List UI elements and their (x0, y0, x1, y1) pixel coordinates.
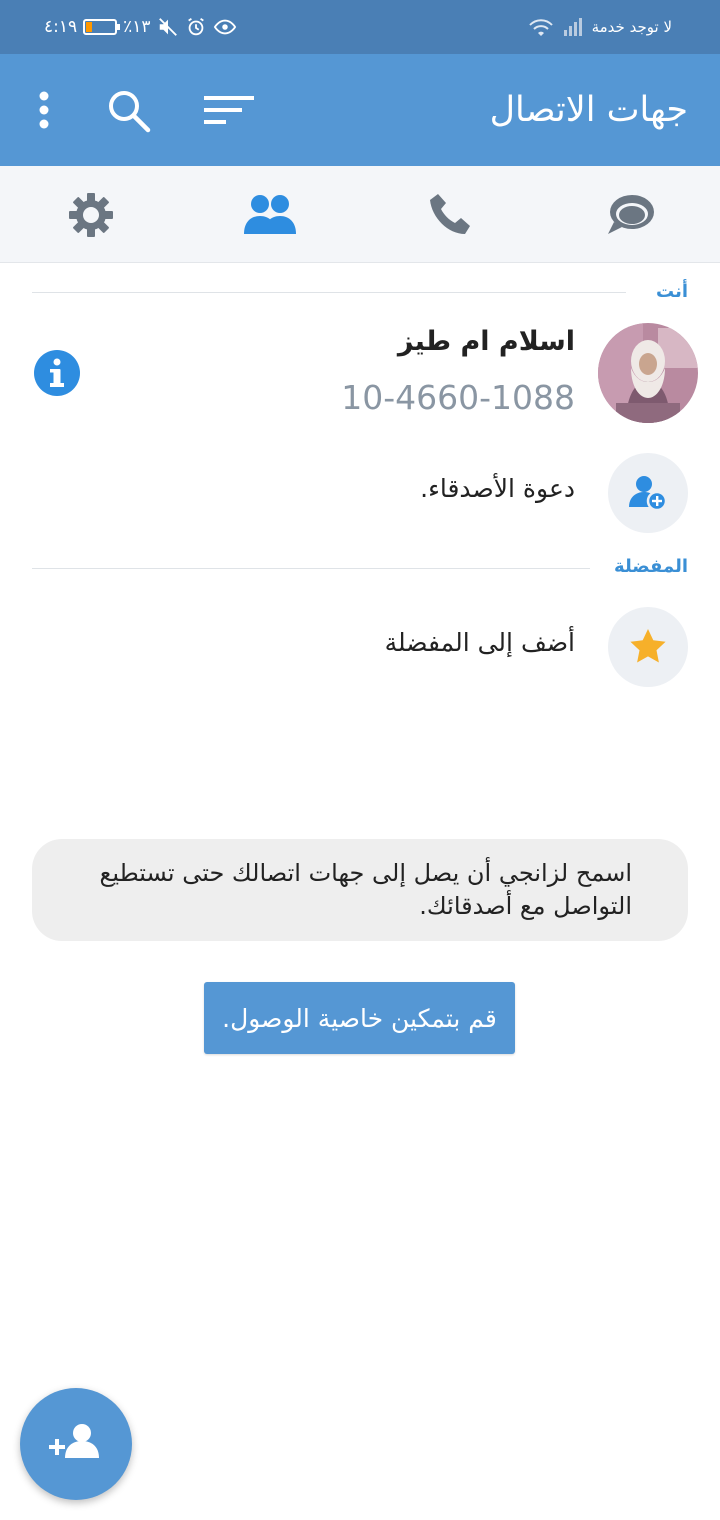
status-time: ٤:١٩ (44, 17, 78, 37)
permission-message: اسمح لزانجي أن يصل إلى جهات اتصالك حتى ت… (32, 839, 688, 941)
no-signal-icon (563, 18, 582, 36)
phone-icon[interactable] (426, 190, 476, 240)
alarm-icon (187, 17, 204, 36)
section-you-label: أنت (656, 281, 688, 302)
page-title: جهات الاتصال (489, 90, 688, 130)
tab-bar (0, 166, 720, 263)
more-vert-icon[interactable] (20, 86, 68, 134)
chat-icon[interactable] (604, 190, 656, 240)
divider (32, 292, 626, 293)
search-icon[interactable] (104, 86, 152, 134)
enable-access-button[interactable]: قم بتمكين خاصية الوصول. (204, 982, 515, 1054)
eye-icon (213, 19, 236, 35)
contact-phone: 10-4660-1088 (341, 378, 575, 417)
add-user-icon (629, 476, 668, 512)
wifi-icon (528, 19, 553, 36)
battery-percent: ٪١٣ (123, 17, 151, 37)
add-favorite-button[interactable] (608, 607, 688, 687)
divider (32, 568, 590, 569)
carrier-text: لا توجد خدمة (591, 18, 672, 36)
section-favorites-label: المفضلة (614, 556, 688, 577)
contact-name: اسلام ام طيز (397, 326, 575, 357)
star-icon (630, 629, 666, 663)
sort-icon[interactable] (202, 86, 256, 134)
battery-icon (83, 19, 121, 35)
add-favorite-label[interactable]: أضف إلى المفضلة (385, 628, 575, 657)
info-icon[interactable] (34, 350, 80, 396)
add-contact-icon (49, 1424, 99, 1458)
add-contact-fab[interactable] (20, 1388, 132, 1500)
status-bar: ٤:١٩ ٪١٣ لا توجد خدمة (0, 0, 720, 54)
status-right: لا توجد خدمة (528, 14, 672, 40)
app-bar: جهات الاتصال (0, 54, 720, 166)
invite-friends-label[interactable]: دعوة الأصدقاء. (420, 474, 575, 503)
avatar[interactable] (598, 323, 698, 423)
settings-icon[interactable] (66, 190, 116, 240)
status-left: ٤:١٩ ٪١٣ (44, 14, 237, 40)
contacts-tab-icon[interactable] (242, 190, 298, 240)
mute-icon (158, 18, 177, 36)
invite-friends-button[interactable] (608, 453, 688, 533)
